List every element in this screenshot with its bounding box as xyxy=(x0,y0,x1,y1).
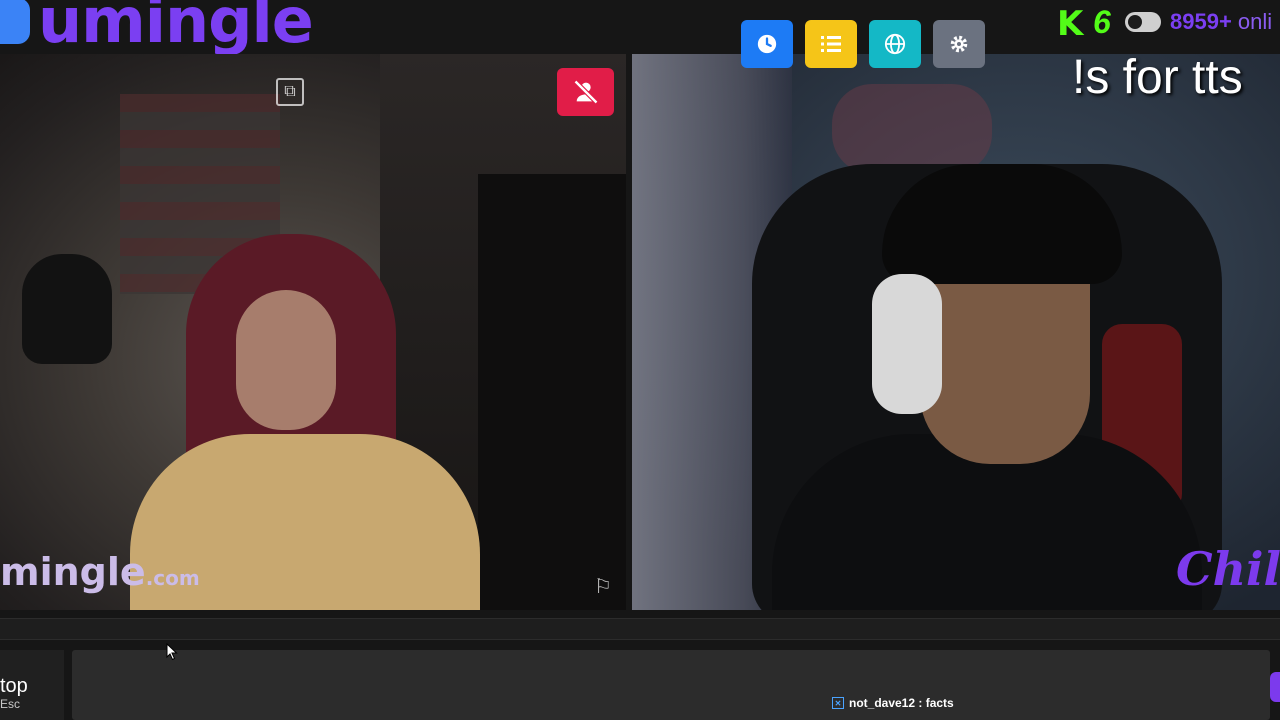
person-face xyxy=(236,290,336,430)
chat-message: ✕ not_dave12 : facts xyxy=(832,696,954,710)
badge-count: 6 xyxy=(1093,4,1111,40)
video-watermark: mingle.com xyxy=(0,550,200,594)
logo-mark-icon xyxy=(0,0,30,44)
popout-icon[interactable]: ⧉ xyxy=(276,78,304,106)
tts-overlay-text: !s for tts xyxy=(1072,51,1243,104)
app-logo[interactable]: umingle xyxy=(0,0,314,57)
chat-message-text: not_dave12 : facts xyxy=(849,696,954,710)
online-count: 8959+ onli xyxy=(1170,9,1273,34)
side-panel-tab[interactable] xyxy=(1270,672,1280,702)
self-video: Chill xyxy=(632,54,1280,610)
logo-text: umingle xyxy=(38,0,314,57)
chat-user-icon: ✕ xyxy=(832,697,844,709)
theme-toggle[interactable] xyxy=(1125,12,1161,32)
stop-button-label: top xyxy=(0,675,28,697)
globe-icon xyxy=(884,33,906,55)
stranger-video: mingle.com xyxy=(0,54,626,610)
person-hair xyxy=(882,164,1122,284)
channel-badge: Chill xyxy=(1176,542,1280,596)
kick-logo-icon: K xyxy=(1057,4,1084,44)
report-flag-icon[interactable]: ⚐ xyxy=(594,574,612,599)
clock-icon xyxy=(757,34,777,54)
language-button[interactable] xyxy=(869,20,921,68)
stop-shortcut-label: Esc xyxy=(0,697,21,711)
muted-user-icon xyxy=(573,79,598,105)
chat-input[interactable] xyxy=(72,650,1270,720)
history-button[interactable] xyxy=(741,20,793,68)
list-icon xyxy=(821,36,841,52)
gear-icon xyxy=(950,35,968,53)
settings-button[interactable] xyxy=(933,20,985,68)
list-button[interactable] xyxy=(805,20,857,68)
mouse-cursor-icon xyxy=(166,642,178,666)
divider-bar xyxy=(0,618,1280,640)
mute-button[interactable] xyxy=(557,68,614,116)
background-lamp xyxy=(22,254,112,364)
background-light xyxy=(832,84,992,174)
headset xyxy=(872,274,942,414)
background-door xyxy=(478,174,626,610)
